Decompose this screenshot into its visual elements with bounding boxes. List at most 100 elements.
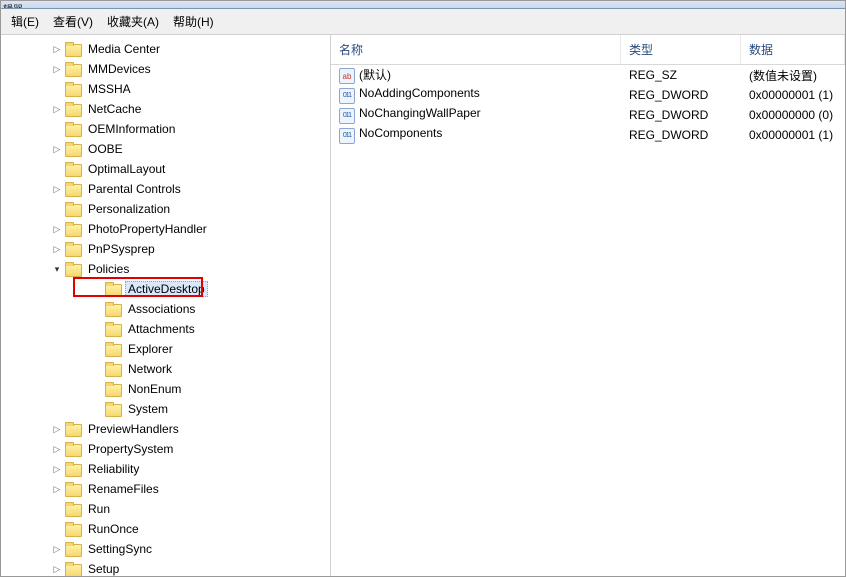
tree-item-setup[interactable]: ▷Setup (3, 559, 330, 576)
expander-none-icon (51, 503, 63, 515)
tree-item-previewhandlers[interactable]: ▷ PreviewHandlers (3, 419, 330, 439)
menu-edit[interactable]: 辑(E) (5, 11, 45, 32)
tree-label: Reliability (85, 461, 142, 477)
value-data-cell: 0x00000001 (1) (741, 127, 845, 143)
tree-label: RunOnce (85, 521, 142, 537)
expander-closed-icon[interactable]: ▷ (51, 483, 63, 495)
folder-icon (105, 322, 121, 336)
tree-label: PreviewHandlers (85, 421, 182, 437)
folder-icon (65, 62, 81, 76)
value-list-pane[interactable]: 名称 类型 数据 ab(默认)REG_SZ(数值未设置)011NoAddingC… (331, 35, 845, 576)
tree-label: PropertySystem (85, 441, 176, 457)
value-name: NoAddingComponents (359, 86, 480, 100)
folder-icon (65, 182, 81, 196)
content-area: ▷ Media Center ▷ MMDevices MSSHA▷NetCacheOEM… (1, 35, 845, 576)
tree-item-propertysystem[interactable]: ▷ PropertySystem (3, 439, 330, 459)
tree-item-pnpsysprep[interactable]: ▷ PnPSysprep (3, 239, 330, 259)
tree-item-reliability[interactable]: ▷ Reliability (3, 459, 330, 479)
expander-closed-icon[interactable]: ▷ (51, 243, 63, 255)
tree-item-parental-controls[interactable]: ▷Parental Controls (3, 179, 330, 199)
key-tree-pane[interactable]: ▷ Media Center ▷ MMDevices MSSHA▷NetCacheOEM… (1, 35, 331, 576)
tree-item-netcache[interactable]: ▷NetCache (3, 99, 330, 119)
expander-closed-icon[interactable]: ▷ (51, 63, 63, 75)
menu-favorites[interactable]: 收藏夹(A) (101, 11, 165, 32)
expander-none-icon (51, 83, 63, 95)
tree-item-associations[interactable]: Associations (3, 299, 330, 319)
expander-none-icon (51, 163, 63, 175)
tree-item-mmdevices[interactable]: ▷ MMDevices (3, 59, 330, 79)
value-row[interactable]: 011NoAddingComponentsREG_DWORD0x00000001… (331, 85, 845, 105)
menu-help[interactable]: 帮助(H) (167, 11, 220, 32)
value-name: (默认) (359, 68, 391, 82)
tree-label: RenameFiles (85, 481, 162, 497)
expander-closed-icon[interactable]: ▷ (51, 103, 63, 115)
folder-icon (65, 202, 81, 216)
tree-item-system[interactable]: System (3, 399, 330, 419)
value-row[interactable]: 011NoComponentsREG_DWORD0x00000001 (1) (331, 125, 845, 145)
value-name-cell: 011NoChangingWallPaper (331, 105, 621, 125)
tree-item-settingsync[interactable]: ▷ SettingSync (3, 539, 330, 559)
tree-item-attachments[interactable]: Attachments (3, 319, 330, 339)
expander-closed-icon[interactable]: ▷ (51, 43, 63, 55)
tree-item-optimallayout[interactable]: OptimalLayout (3, 159, 330, 179)
expander-closed-icon[interactable]: ▷ (51, 463, 63, 475)
tree-item-photopropertyhandler[interactable]: ▷PhotoPropertyHandler (3, 219, 330, 239)
expander-closed-icon[interactable]: ▷ (51, 443, 63, 455)
value-name-cell: 011NoComponents (331, 125, 621, 145)
header-name[interactable]: 名称 (331, 35, 621, 64)
folder-icon (65, 242, 81, 256)
tree-label: Media Center (85, 41, 163, 57)
expander-closed-icon[interactable]: ▷ (51, 563, 63, 575)
tree-item-run[interactable]: Run (3, 499, 330, 519)
value-type-cell: REG_DWORD (621, 87, 741, 103)
tree-item-runonce[interactable]: RunOnce (3, 519, 330, 539)
header-type[interactable]: 类型 (621, 35, 741, 64)
tree-item-renamefiles[interactable]: ▷ RenameFiles (3, 479, 330, 499)
expander-open-icon[interactable]: ▾ (51, 263, 63, 275)
folder-icon (65, 522, 81, 536)
tree-label: ActiveDesktop (125, 281, 208, 297)
value-name: NoChangingWallPaper (359, 106, 481, 120)
value-data-cell: 0x00000001 (1) (741, 87, 845, 103)
expander-closed-icon[interactable]: ▷ (51, 183, 63, 195)
expander-closed-icon[interactable]: ▷ (51, 143, 63, 155)
tree-label: Personalization (85, 201, 173, 217)
tree-item-policies[interactable]: ▾Policies (3, 259, 330, 279)
tree-item-oobe[interactable]: ▷OOBE (3, 139, 330, 159)
folder-icon (105, 362, 121, 376)
tree-item-explorer[interactable]: Explorer (3, 339, 330, 359)
value-type-cell: REG_SZ (621, 67, 741, 83)
folder-icon (65, 482, 81, 496)
tree-item-media-center[interactable]: ▷ Media Center (3, 39, 330, 59)
tree-item-mssha[interactable]: MSSHA (3, 79, 330, 99)
menu-view[interactable]: 查看(V) (47, 11, 99, 32)
value-type-cell: REG_DWORD (621, 107, 741, 123)
expander-none-icon (91, 343, 103, 355)
tree-item-network[interactable]: Network (3, 359, 330, 379)
tree-item-activedesktop[interactable]: ActiveDesktop (3, 279, 330, 299)
folder-icon (105, 282, 121, 296)
value-name-cell: 011NoAddingComponents (331, 85, 621, 105)
value-row[interactable]: ab(默认)REG_SZ(数值未设置) (331, 65, 845, 85)
expander-closed-icon[interactable]: ▷ (51, 543, 63, 555)
tree-label: Explorer (125, 341, 176, 357)
folder-icon (65, 562, 81, 576)
folder-icon (65, 142, 81, 156)
value-row[interactable]: 011NoChangingWallPaperREG_DWORD0x0000000… (331, 105, 845, 125)
binary-value-icon: 011 (339, 128, 355, 144)
tree-label: MMDevices (85, 61, 154, 77)
tree-item-personalization[interactable]: Personalization (3, 199, 330, 219)
tree-item-oeminformation[interactable]: OEMInformation (3, 119, 330, 139)
folder-icon (65, 542, 81, 556)
expander-closed-icon[interactable]: ▷ (51, 423, 63, 435)
tree-label: PnPSysprep (85, 241, 158, 257)
header-data[interactable]: 数据 (741, 35, 845, 64)
folder-icon (65, 462, 81, 476)
list-body: ab(默认)REG_SZ(数值未设置)011NoAddingComponents… (331, 65, 845, 145)
folder-icon (65, 102, 81, 116)
folder-icon (105, 342, 121, 356)
tree-label: SettingSync (85, 541, 155, 557)
tree-item-nonenum[interactable]: NonEnum (3, 379, 330, 399)
expander-closed-icon[interactable]: ▷ (51, 223, 63, 235)
folder-icon (105, 382, 121, 396)
